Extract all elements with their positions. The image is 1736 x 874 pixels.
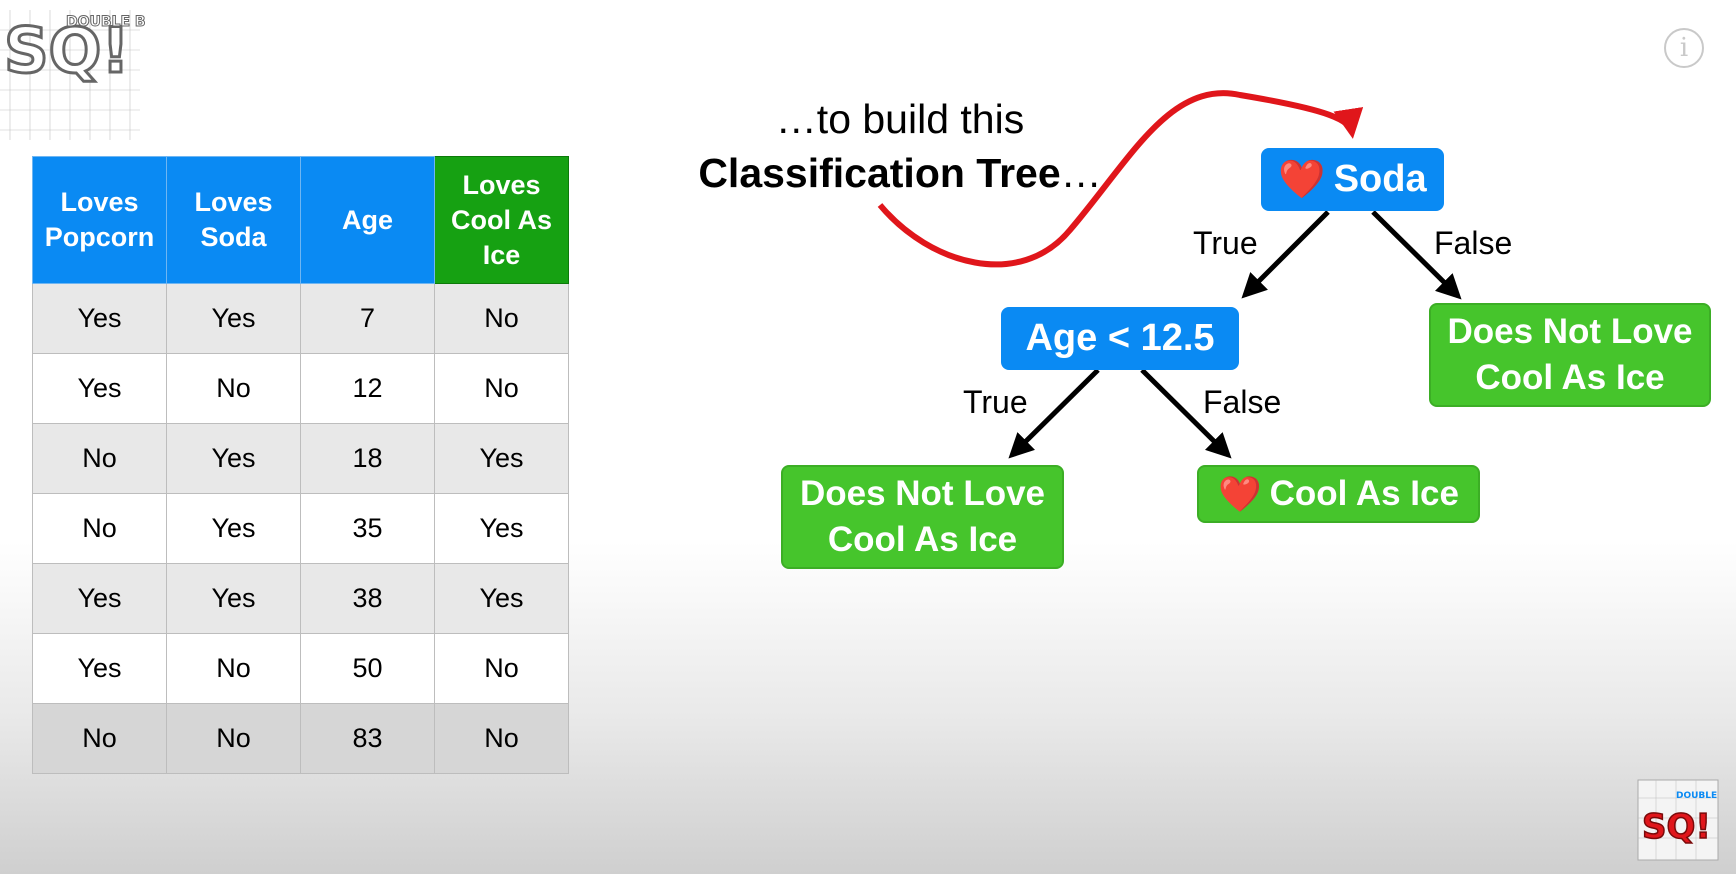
heart-icon: ❤️ — [1278, 158, 1326, 201]
root-node-label: Soda — [1333, 158, 1427, 200]
branch-label-true: True — [1193, 225, 1258, 261]
leaf-node-middle: ❤️ Cool As Ice — [1197, 465, 1480, 523]
age-node: Age < 12.5 — [1001, 307, 1239, 370]
leaf-line: Cool As Ice — [1475, 358, 1665, 397]
leaf-node-left: Does Not Love Cool As Ice — [781, 465, 1064, 569]
statquest-logo-small: SQ! DOUBLE BAM!! — [1636, 778, 1736, 862]
branch-label-age-true: True — [963, 384, 1028, 420]
leaf-node-middle-label: Cool As Ice — [1269, 474, 1459, 513]
heart-icon: ❤️ — [1218, 474, 1262, 514]
heading-bold-text: Classification Tree — [698, 150, 1061, 196]
heading-line-1: …to build this — [775, 96, 1025, 142]
leaf-line: Does Not Love — [799, 474, 1046, 513]
branch-label-age-false: False — [1203, 384, 1282, 420]
leaf-node-right: Does Not Love Cool As Ice — [1429, 303, 1711, 407]
root-node-soda: ❤️ Soda — [1261, 148, 1444, 211]
heading-line-2: Classification Tree… — [660, 146, 1140, 200]
logo-tagline: DOUBLE BAM!! — [1676, 791, 1720, 801]
slide-heading: …to build this Classification Tree… — [660, 92, 1140, 200]
branch-label-false: False — [1434, 225, 1513, 261]
leaf-line: Cool As Ice — [827, 520, 1018, 559]
leaf-line: Does Not Love — [1447, 312, 1693, 351]
heading-ellipsis: … — [1060, 150, 1102, 196]
logo-letters: SQ! — [1642, 807, 1711, 847]
